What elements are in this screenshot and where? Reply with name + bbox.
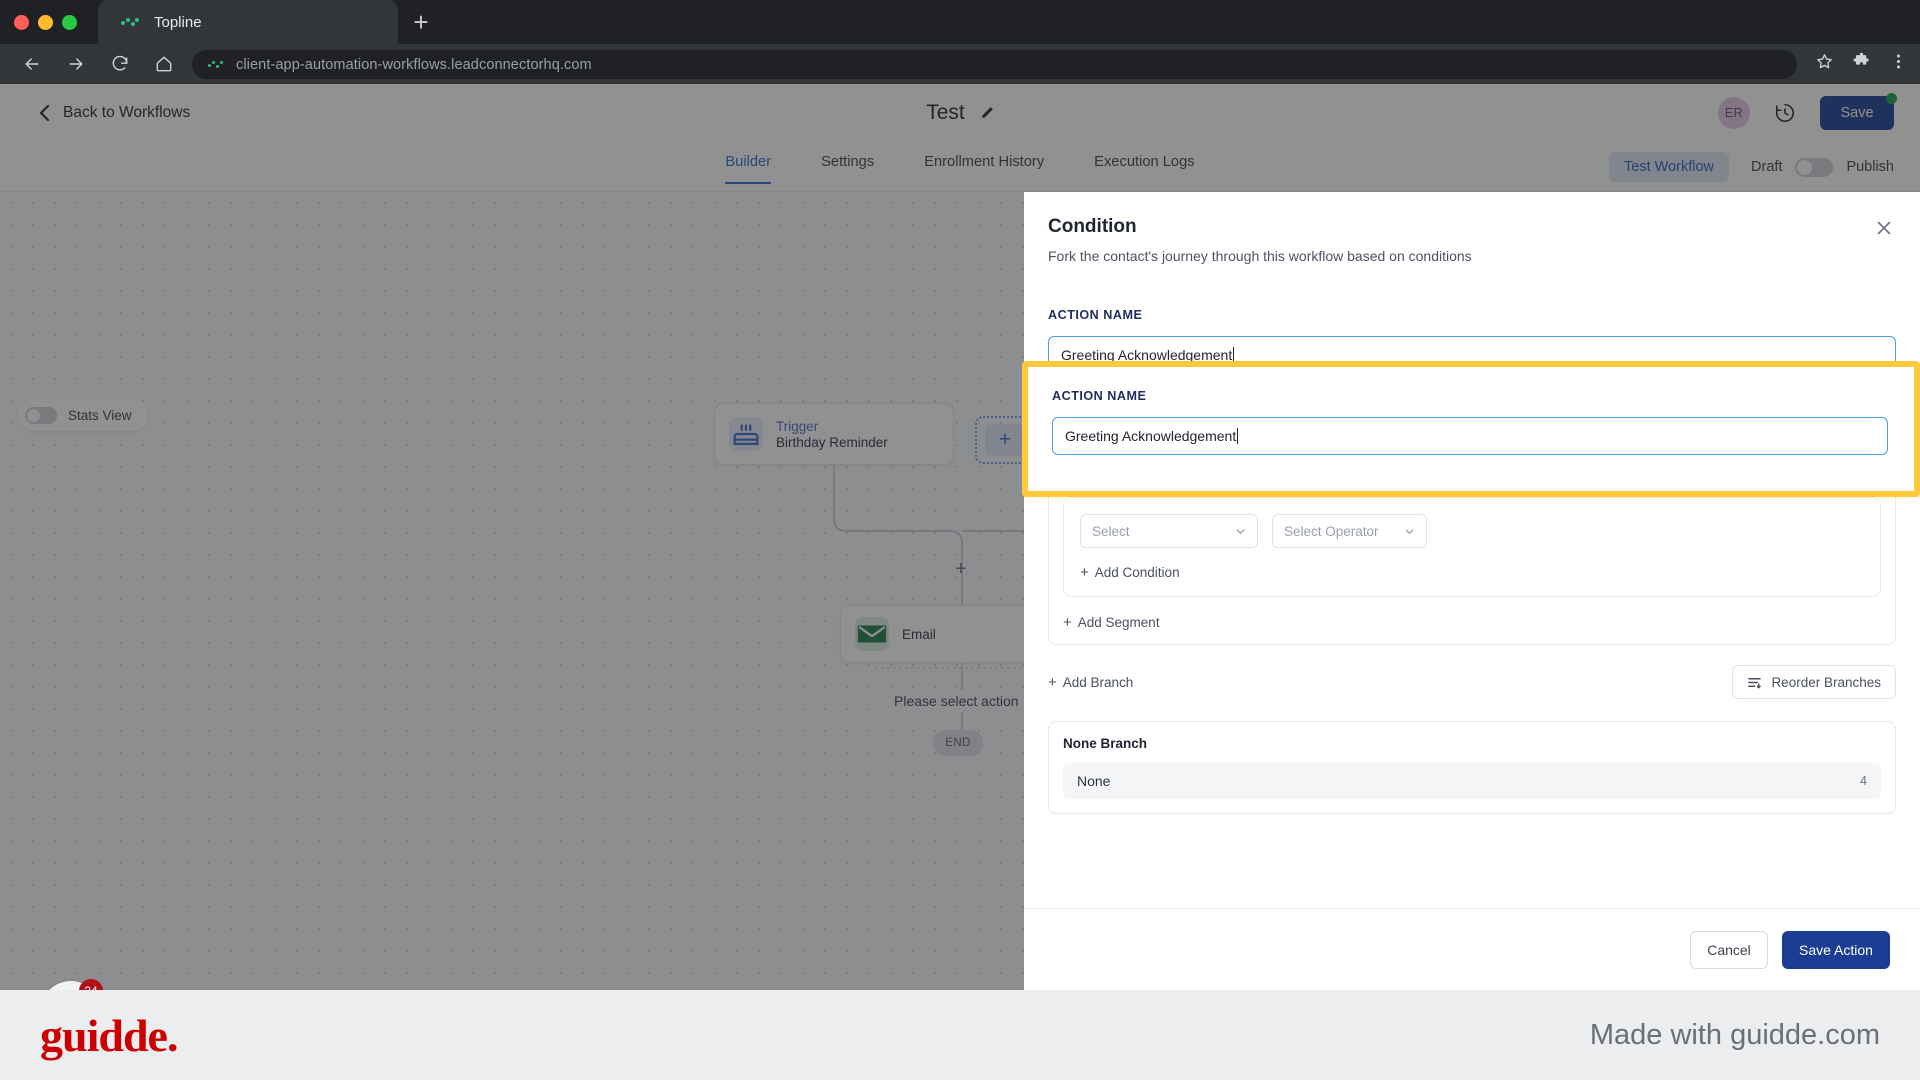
address-bar-url: client-app-automation-workflows.leadconn…: [236, 56, 592, 73]
reload-icon[interactable]: [108, 52, 132, 76]
none-branch-count: 4: [1860, 774, 1867, 788]
action-name-value-highlighted: Greeting Acknowledgement: [1065, 428, 1237, 444]
browser-toolbar: client-app-automation-workflows.leadconn…: [0, 44, 1920, 84]
address-bar[interactable]: client-app-automation-workflows.leadconn…: [192, 50, 1797, 79]
action-name-label: ACTION NAME: [1048, 308, 1143, 322]
add-segment-button[interactable]: + Add Segment: [1063, 615, 1881, 630]
dots-favicon-icon: [120, 12, 140, 32]
add-condition-label: Add Condition: [1094, 565, 1180, 580]
guidde-logo: guidde.: [40, 1009, 178, 1061]
puzzle-icon[interactable]: [1852, 52, 1871, 76]
browser-toolbar-actions: [1815, 50, 1908, 78]
action-name-input-highlighted[interactable]: Greeting Acknowledgement: [1052, 417, 1888, 455]
browser-tab[interactable]: Topline: [98, 0, 398, 44]
condition-operator-placeholder: Select Operator: [1284, 523, 1379, 539]
plus-icon: +: [1080, 564, 1089, 581]
action-name-section: ACTION NAME Greeting Acknowledgement: [1028, 367, 1914, 491]
action-name-label-highlighted: ACTION NAME: [1052, 389, 1147, 403]
condition-panel-footer: Cancel Save Action: [1024, 908, 1920, 990]
close-icon[interactable]: [1874, 218, 1894, 238]
condition-field-placeholder: Select: [1092, 523, 1130, 539]
chevron-down-icon: [1236, 528, 1245, 534]
star-icon[interactable]: [1815, 52, 1834, 76]
condition-group: Select Select Operator + Add Condition: [1063, 497, 1881, 597]
condition-panel: Condition Fork the contact's journey thr…: [1024, 192, 1920, 990]
chevron-down-icon: [1405, 528, 1414, 534]
condition-panel-header: Condition Fork the contact's journey thr…: [1024, 192, 1920, 282]
reorder-branches-button[interactable]: Reorder Branches: [1732, 665, 1896, 699]
kebab-menu-icon[interactable]: [1889, 52, 1908, 76]
condition-panel-description: Fork the contact's journey through this …: [1048, 248, 1472, 264]
add-branch-label: Add Branch: [1062, 674, 1134, 690]
reorder-list-icon: [1748, 677, 1762, 688]
browser-tabstrip: Topline +: [0, 0, 1920, 44]
home-icon[interactable]: [152, 52, 176, 76]
add-condition-button[interactable]: + Add Condition: [1080, 565, 1864, 580]
action-name-highlight: ACTION NAME Greeting Acknowledgement: [1022, 361, 1920, 497]
browser-tab-title: Topline: [154, 13, 202, 31]
none-branch-field[interactable]: None 4: [1063, 763, 1881, 799]
condition-panel-title: Condition: [1048, 216, 1137, 237]
back-arrow-icon[interactable]: [20, 52, 44, 76]
browser-nav-buttons: [20, 44, 176, 84]
close-window-button[interactable]: [14, 14, 29, 30]
condition-selects: Select Select Operator: [1080, 514, 1864, 548]
made-with-guidde-label: Made with guidde.com: [1589, 1018, 1880, 1051]
forward-arrow-icon[interactable]: [64, 52, 88, 76]
condition-operator-select[interactable]: Select Operator: [1272, 514, 1427, 548]
reorder-branches-label: Reorder Branches: [1771, 674, 1881, 690]
text-caret: [1237, 428, 1239, 444]
cancel-button[interactable]: Cancel: [1690, 930, 1768, 969]
add-branch-button[interactable]: + Add Branch: [1048, 675, 1133, 690]
maximize-window-button[interactable]: [62, 14, 77, 30]
site-favicon-icon: [208, 58, 224, 72]
new-tab-button[interactable]: +: [403, 5, 439, 39]
branch-actions-row: + Add Branch Reorder Branches: [1048, 665, 1896, 699]
none-branch-name: None: [1077, 773, 1111, 789]
plus-icon: +: [1063, 614, 1072, 631]
save-action-button[interactable]: Save Action: [1782, 930, 1890, 969]
plus-icon: +: [1048, 673, 1057, 691]
minimize-window-button[interactable]: [38, 14, 53, 30]
condition-field-select[interactable]: Select: [1080, 514, 1258, 548]
application-window: Back to Workflows Test ER Save Builder S…: [0, 84, 1920, 990]
window-traffic-lights: [14, 8, 77, 36]
none-branch-label: None Branch: [1063, 736, 1148, 751]
add-segment-label: Add Segment: [1077, 615, 1160, 630]
guidde-branding-bar: guidde. Made with guidde.com: [0, 990, 1920, 1080]
browser-chrome: Topline + client-app-automation-workflow…: [0, 0, 1920, 84]
none-branch-card: None Branch None 4: [1048, 721, 1896, 814]
